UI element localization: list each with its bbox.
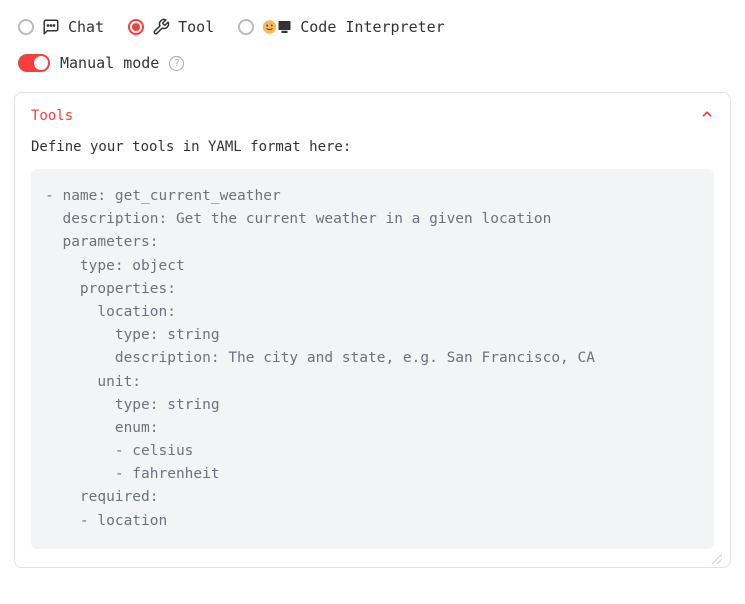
mode-code-label: Code Interpreter: [300, 18, 445, 36]
code-interpreter-icon: [262, 18, 292, 36]
manual-mode-row: Manual mode ?: [14, 54, 731, 72]
mode-chat-label: Chat: [68, 18, 104, 36]
tools-icon: [152, 18, 170, 36]
mode-code-interpreter[interactable]: Code Interpreter: [238, 18, 445, 36]
radio-circle-code: [238, 19, 254, 35]
tools-panel-header[interactable]: Tools: [31, 107, 714, 125]
resize-handle[interactable]: [710, 549, 722, 561]
mode-tool[interactable]: Tool: [128, 18, 214, 36]
radio-circle-chat: [18, 19, 34, 35]
help-icon[interactable]: ?: [169, 56, 184, 71]
mode-selector: Chat Tool Code Interpreter: [14, 18, 731, 36]
mode-chat[interactable]: Chat: [18, 18, 104, 36]
radio-circle-tool: [128, 19, 144, 35]
chevron-up-icon[interactable]: [700, 107, 714, 125]
manual-mode-label: Manual mode: [60, 54, 159, 72]
yaml-editor[interactable]: - name: get_current_weather description:…: [31, 169, 714, 549]
manual-mode-toggle[interactable]: [18, 54, 50, 72]
tools-panel-description: Define your tools in YAML format here:: [31, 139, 714, 155]
mode-tool-label: Tool: [178, 18, 214, 36]
tools-panel: Tools Define your tools in YAML format h…: [14, 92, 731, 568]
tools-panel-title: Tools: [31, 108, 73, 124]
chat-bubble-icon: [42, 18, 60, 36]
